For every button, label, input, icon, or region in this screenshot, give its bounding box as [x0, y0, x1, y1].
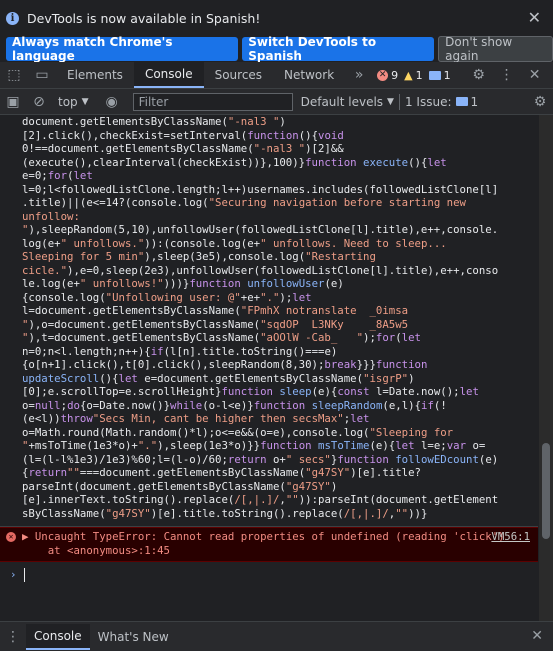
console-error-entry: ✕ ▶ Uncaught TypeError: Cannot read prop…	[0, 527, 538, 562]
console-settings-icon[interactable]: ⚙	[527, 94, 553, 110]
filter-input[interactable]: Filter	[132, 92, 293, 111]
console-scrollbar[interactable]	[539, 115, 553, 622]
scrollbar-thumb[interactable]	[542, 443, 550, 539]
warning-count: 1	[415, 68, 423, 82]
console-prompt[interactable]: ›	[0, 562, 538, 582]
chevron-down-icon: ▼	[387, 96, 394, 107]
language-infobar: i DevTools is now available in Spanish! …	[0, 0, 553, 36]
error-count: 9	[391, 68, 399, 82]
main-tabbar: ⬚ ▭ Elements Console Sources Network » ✕…	[0, 62, 553, 89]
device-toolbar-icon[interactable]: ▭	[28, 67, 56, 83]
console-toolbar: ▣ ⊘ top ▼ ◉ Filter Default levels ▼ 1 Is…	[0, 89, 553, 115]
drawer-menu-icon[interactable]: ⋮	[0, 629, 26, 645]
tab-network[interactable]: Network	[273, 62, 345, 88]
divider	[398, 93, 400, 110]
sidebar-toggle-icon[interactable]: ▣	[0, 94, 26, 110]
tab-console[interactable]: Console	[133, 62, 204, 88]
levels-dropdown[interactable]: Default levels	[301, 95, 383, 109]
inspect-icon[interactable]: ⬚	[0, 67, 28, 83]
drawer-tab-whats-new[interactable]: What's New	[90, 624, 177, 650]
tab-elements[interactable]: Elements	[56, 62, 134, 88]
status-badges[interactable]: ✕ 9 ▲ 1 1	[377, 68, 451, 82]
close-devtools-icon[interactable]: ✕	[521, 67, 549, 83]
error-message: Uncaught TypeError: Cannot read properti…	[34, 530, 505, 543]
context-selector[interactable]: top	[58, 95, 78, 109]
chevron-down-icon[interactable]: ▼	[82, 97, 89, 107]
console-output: document.getElementsByClassName("-nal3 "…	[0, 115, 538, 622]
dont-show-again-button[interactable]: Don't show again	[438, 35, 553, 63]
kebab-menu-icon[interactable]: ⋮	[493, 67, 521, 83]
infobar-actions: Always match Chrome's language Switch De…	[0, 35, 553, 63]
gear-icon[interactable]: ⚙	[465, 67, 493, 83]
tab-sources[interactable]: Sources	[204, 62, 273, 88]
message-icon	[428, 70, 441, 80]
message-count: 1	[443, 68, 451, 82]
eye-icon[interactable]: ◉	[99, 94, 125, 110]
error-icon: ✕	[377, 69, 389, 81]
error-source-link[interactable]: VM56:1	[491, 530, 530, 544]
bottom-drawer: ⋮ Console What's New ✕	[0, 621, 553, 651]
info-icon: i	[6, 11, 19, 25]
issues-label[interactable]: 1 Issue:	[405, 95, 452, 109]
drawer-tab-console[interactable]: Console	[26, 623, 90, 650]
text-caret	[24, 568, 26, 582]
console-code-entry: document.getElementsByClassName("-nal3 "…	[0, 115, 538, 527]
error-stack-trace: at <anonymous>:1:45	[22, 543, 170, 557]
match-language-button[interactable]: Always match Chrome's language	[6, 35, 239, 63]
expand-arrow-icon[interactable]: ▶	[22, 530, 35, 543]
warning-icon: ▲	[404, 68, 413, 82]
error-icon: ✕	[6, 532, 16, 542]
clear-console-icon[interactable]: ⊘	[26, 94, 52, 110]
issues-count[interactable]: 1	[471, 95, 479, 109]
more-tabs-icon[interactable]: »	[345, 67, 373, 83]
close-drawer-icon[interactable]: ✕	[531, 628, 543, 644]
infobar-message: DevTools is now available in Spanish!	[27, 10, 261, 26]
message-icon	[455, 97, 468, 106]
close-icon[interactable]: ✕	[528, 8, 541, 27]
switch-language-button[interactable]: Switch DevTools to Spanish	[242, 35, 435, 63]
prompt-chevron-icon: ›	[10, 568, 17, 582]
